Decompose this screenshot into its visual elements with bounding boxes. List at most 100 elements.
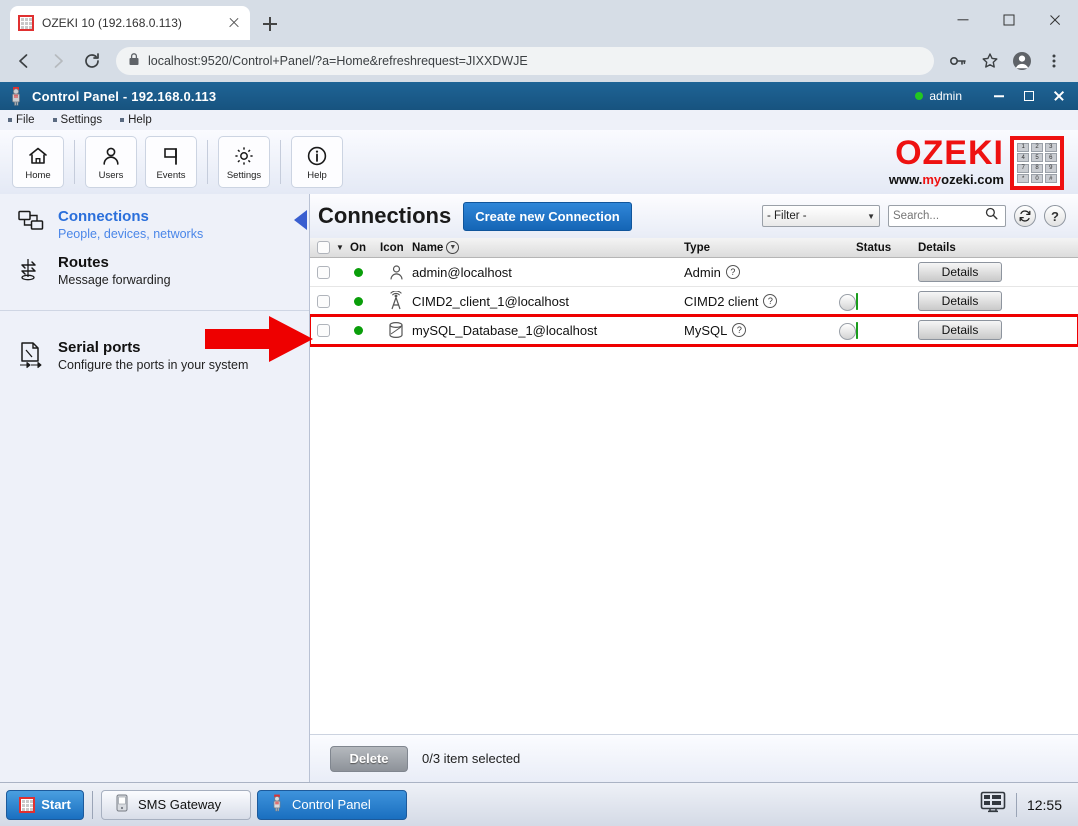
taskbar-clock: 12:55 <box>1026 796 1062 813</box>
ozeki-person-icon <box>270 794 284 815</box>
sort-chevron-icon[interactable]: ▼ <box>446 241 460 254</box>
question-mark-icon[interactable]: ? <box>1044 205 1066 227</box>
type-help-icon[interactable]: ? <box>725 265 740 279</box>
sidebar-item-routes[interactable]: Routes Message forwarding <box>0 248 309 294</box>
menu-item-help[interactable]: Help <box>120 114 152 126</box>
display-monitor-icon[interactable] <box>980 791 1006 818</box>
browser-minimize-button[interactable] <box>940 0 986 40</box>
collapse-triangle-icon[interactable] <box>294 210 307 230</box>
row-type: CIMD2 client ? <box>684 294 856 309</box>
app-minimize-button[interactable] <box>984 83 1014 109</box>
column-header-icon[interactable]: Icon <box>380 242 412 254</box>
favicon-icon <box>18 15 34 31</box>
column-header-type[interactable]: Type <box>684 242 856 254</box>
tab-strip: OZEKI 10 (192.168.0.113) <box>0 0 1078 40</box>
ozeki-logo: OZEKI www.myozeki.com 1 2 3 4 5 6 7 8 9 … <box>889 136 1064 190</box>
bullet-icon <box>8 118 12 122</box>
app-title: Control Panel - 192.168.0.113 <box>32 88 217 104</box>
delete-button[interactable]: Delete <box>330 745 408 772</box>
details-button[interactable]: Details <box>918 262 1002 282</box>
url-bar[interactable]: localhost:9520/Control+Panel/?a=Home&ref… <box>116 47 934 75</box>
toolbar-group-settings: Settings <box>214 136 274 188</box>
routes-arrows-icon <box>14 253 48 282</box>
serial-port-icon <box>14 338 48 369</box>
row-checkbox[interactable] <box>310 294 336 308</box>
header-chevron-down-icon[interactable]: ▼ <box>336 243 350 252</box>
new-tab-button[interactable] <box>258 12 282 36</box>
reload-icon[interactable] <box>78 47 106 75</box>
app-close-button[interactable] <box>1044 83 1074 109</box>
column-header-on[interactable]: On <box>350 242 380 254</box>
toolbar-group-users-events: Users Events <box>81 136 201 188</box>
toolbar-button-users[interactable]: Users <box>85 136 137 188</box>
toolbar-label: Home <box>25 169 51 181</box>
chevron-down-icon: ▼ <box>867 211 875 221</box>
omnibox-actions <box>944 47 1068 75</box>
keypad-key: 9 <box>1044 163 1057 173</box>
toolbar-button-home[interactable]: Home <box>12 136 64 188</box>
keypad-key: 4 <box>1017 153 1030 163</box>
create-new-connection-button[interactable]: Create new Connection <box>463 201 632 231</box>
row-details-cell: Details <box>918 262 1078 282</box>
ozeki-wordmark: OZEKI <box>895 134 1004 172</box>
bullet-icon <box>120 118 125 122</box>
select-all-checkbox[interactable] <box>310 241 336 254</box>
app-maximize-button[interactable] <box>1014 83 1044 109</box>
toolbar-button-help[interactable]: Help <box>291 136 343 188</box>
toolbar-button-settings[interactable]: Settings <box>218 136 270 188</box>
app-body: Connections People, devices, networks Ro… <box>0 194 1078 782</box>
taskbar-item-control-panel[interactable]: Control Panel <box>257 789 407 820</box>
profile-avatar-icon[interactable] <box>1008 47 1036 75</box>
database-cylinder-icon <box>380 320 412 340</box>
menu-item-settings[interactable]: Settings <box>52 114 102 126</box>
back-arrow-icon[interactable] <box>10 47 38 75</box>
user-icon <box>380 263 412 282</box>
menu-item-file[interactable]: File <box>8 114 35 126</box>
toolbar-separator <box>207 140 208 184</box>
start-button[interactable]: Start <box>6 789 84 820</box>
search-icon[interactable] <box>985 207 998 225</box>
row-checkbox[interactable] <box>310 265 336 279</box>
system-tray: 12:55 <box>980 791 1072 818</box>
kebab-menu-icon[interactable] <box>1040 47 1068 75</box>
table-row[interactable]: mySQL_Database_1@localhost MySQL ? Detai… <box>310 314 1078 347</box>
row-details-cell: Details <box>918 320 1078 340</box>
bookmark-star-icon[interactable] <box>976 47 1004 75</box>
browser-tab[interactable]: OZEKI 10 (192.168.0.113) <box>10 6 250 40</box>
status-toggle[interactable] <box>856 292 858 310</box>
details-button[interactable]: Details <box>918 320 1002 340</box>
start-label: Start <box>41 797 71 812</box>
browser-maximize-button[interactable] <box>986 0 1032 40</box>
row-type-label: CIMD2 client <box>684 293 759 309</box>
sidebar-item-connections[interactable]: Connections People, devices, networks <box>0 202 309 248</box>
row-checkbox[interactable] <box>310 323 336 337</box>
keypad-key: 1 <box>1017 143 1030 152</box>
type-help-icon[interactable]: ? <box>732 323 747 337</box>
phone-icon <box>114 794 130 815</box>
taskbar-item-sms-gateway[interactable]: SMS Gateway <box>101 789 251 820</box>
table-row[interactable]: admin@localhost Admin ? Details <box>310 258 1078 287</box>
search-box[interactable] <box>888 205 1006 227</box>
browser-close-button[interactable] <box>1032 0 1078 40</box>
sidebar-title: Routes <box>58 254 109 271</box>
filter-dropdown[interactable]: - Filter - ▼ <box>762 205 880 227</box>
start-logo-icon <box>19 796 36 813</box>
table-row[interactable]: CIMD2_client_1@localhost CIMD2 client ? … <box>310 287 1078 316</box>
toolbar-button-events[interactable]: Events <box>145 136 197 188</box>
column-header-name[interactable]: Name ▼ <box>412 241 684 254</box>
type-help-icon[interactable]: ? <box>763 294 778 308</box>
app-toolbar: Home Users Events Settings Help OZEKI ww… <box>0 130 1078 194</box>
keypad-key: 8 <box>1030 163 1044 173</box>
search-input[interactable] <box>893 210 985 222</box>
details-button[interactable]: Details <box>918 291 1002 311</box>
tab-close-icon[interactable] <box>226 15 242 31</box>
password-key-icon[interactable] <box>944 47 972 75</box>
column-header-details[interactable]: Details <box>918 242 1078 254</box>
refresh-icon[interactable] <box>1014 205 1036 227</box>
status-toggle[interactable] <box>856 321 858 339</box>
column-header-status[interactable]: Status <box>856 242 918 254</box>
sidebar-subtitle: Message forwarding <box>58 273 171 287</box>
header-controls: - Filter - ▼ ? <box>762 205 1066 227</box>
menu-label: File <box>16 114 35 126</box>
browser-window-controls <box>940 0 1078 40</box>
